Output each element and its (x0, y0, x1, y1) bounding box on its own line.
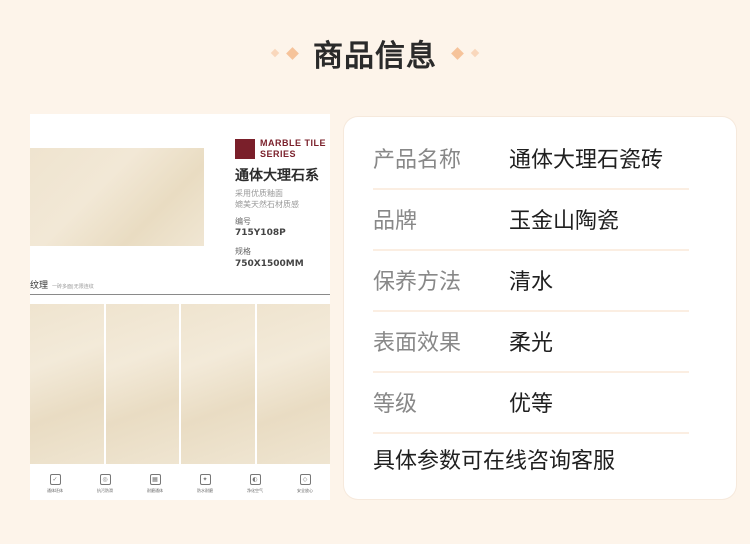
texture-sub: 一砖多面|无限连纹 (52, 284, 94, 290)
code-label: 编号 (235, 217, 251, 226)
tile (256, 304, 330, 464)
texture-row: 纹理 一砖多面|无限连纹 (30, 278, 330, 291)
left-decoration (270, 46, 299, 60)
feature-label: 抗污防滑 (97, 488, 113, 493)
section-header: 商品信息 (0, 30, 750, 76)
series-line1: MARBLE TILE (260, 138, 326, 148)
diamond-small-icon (270, 48, 280, 58)
info-row-grade: 等级 优等 (373, 371, 689, 434)
divider (30, 294, 330, 295)
size-value: 750X1500MM (235, 259, 304, 269)
tile (181, 304, 255, 464)
consult-note: 具体参数可在线咨询客服 (373, 449, 616, 474)
feature-list: ✓ 通体坯体 ◎ 抗污防滑 ▦ 耐磨通体 ✦ 防水耐磨 ◐ 净化空气 ◇ 安全放… (30, 474, 330, 500)
feature-icon: ◎ (99, 474, 111, 485)
section-title: 商品信息 (313, 39, 437, 74)
series-description: 采用优质釉面 媲美天然石材质感 (235, 188, 299, 210)
feature-item: ✓ 通体坯体 (47, 474, 63, 500)
texture-label: 纹理 (30, 281, 49, 291)
size-label: 规格 (235, 247, 251, 256)
info-value: 优等 (509, 391, 554, 417)
feature-label: 净化空气 (247, 488, 263, 493)
feature-icon: ▦ (149, 474, 161, 485)
info-row-brand: 品牌 玉金山陶瓷 (373, 188, 689, 251)
info-value: 通体大理石瓷砖 (509, 147, 664, 173)
info-label: 表面效果 (373, 330, 462, 356)
tile (30, 304, 104, 464)
diamond-small-icon (470, 48, 480, 58)
feature-icon: ◇ (299, 474, 311, 485)
diamond-icon (451, 46, 464, 60)
feature-label: 防水耐磨 (197, 488, 213, 493)
marble-swatch (30, 148, 204, 246)
info-value: 清水 (509, 269, 554, 295)
feature-item: ◇ 安全放心 (297, 474, 313, 500)
right-decoration (451, 46, 480, 60)
diamond-icon (286, 46, 299, 60)
series-title: 通体大理石系 (235, 168, 319, 184)
tile (105, 304, 179, 464)
feature-item: ▦ 耐磨通体 (147, 474, 163, 500)
tile-preview (30, 304, 330, 464)
product-info-card: 产品名称 通体大理石瓷砖 品牌 玉金山陶瓷 保养方法 清水 表面效果 柔光 等级… (344, 117, 736, 499)
info-label: 等级 (373, 391, 418, 417)
feature-icon: ✦ (199, 474, 211, 485)
series-logo-icon (235, 139, 255, 159)
product-image[interactable]: MARBLE TILE SERIES 通体大理石系 采用优质釉面 媲美天然石材质… (30, 114, 330, 500)
feature-icon: ✓ (49, 474, 61, 485)
feature-item: ◐ 净化空气 (247, 474, 263, 500)
info-row-name: 产品名称 通体大理石瓷砖 (373, 127, 689, 190)
desc-line1: 采用优质釉面 (235, 189, 283, 198)
series-label: MARBLE TILE SERIES (260, 138, 326, 160)
desc-line2: 媲美天然石材质感 (235, 200, 299, 209)
info-label: 产品名称 (373, 147, 462, 173)
code-value: 715Y108P (235, 228, 286, 238)
series-line2: SERIES (260, 149, 297, 159)
info-label: 品牌 (373, 208, 418, 234)
feature-icon: ◐ (249, 474, 261, 485)
info-row-care: 保养方法 清水 (373, 249, 689, 312)
info-row-finish: 表面效果 柔光 (373, 310, 689, 373)
info-label: 保养方法 (373, 269, 462, 295)
info-value: 玉金山陶瓷 (509, 208, 620, 234)
feature-label: 通体坯体 (47, 488, 63, 493)
feature-item: ◎ 抗污防滑 (97, 474, 113, 500)
feature-item: ✦ 防水耐磨 (197, 474, 213, 500)
info-value: 柔光 (509, 330, 554, 356)
feature-label: 安全放心 (297, 488, 313, 493)
feature-label: 耐磨通体 (147, 488, 163, 493)
